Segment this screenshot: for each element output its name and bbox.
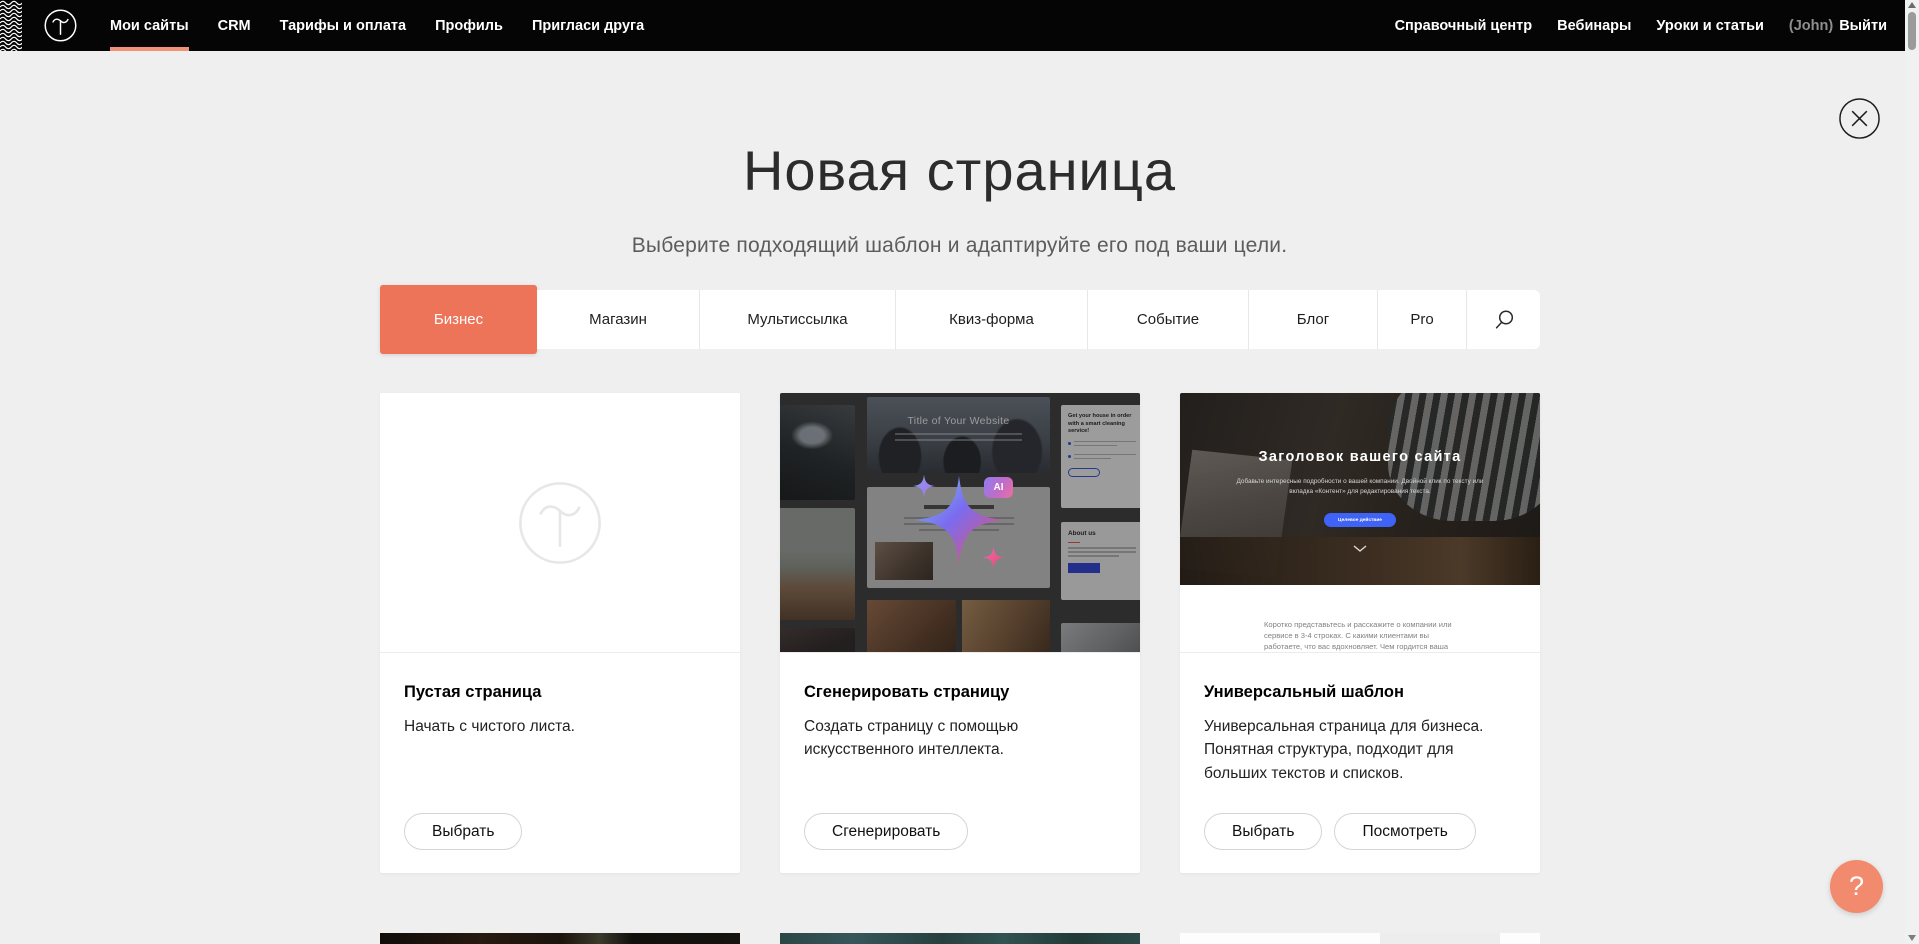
navbar-left-menu: Мои сайты CRM Тарифы и оплата Профиль Пр… [110, 0, 644, 51]
next-template-preview-light[interactable] [1180, 933, 1540, 944]
card-blank-page: Пустая страница Начать с чистого листа. … [380, 393, 740, 873]
view-button[interactable]: Посмотреть [1334, 813, 1475, 850]
next-template-preview-dark[interactable] [380, 933, 740, 944]
template-body-section: Коротко представьтесь и расскажите о ком… [1180, 585, 1540, 653]
scrollbar-up-arrow[interactable] [1908, 2, 1916, 8]
template-hero-subtitle: Добавьте интересные подробности о вашей … [1230, 477, 1490, 498]
user-logout-group: (John) Выйти [1789, 0, 1887, 51]
page-subtitle: Выберите подходящий шаблон и адаптируйте… [0, 234, 1919, 258]
chevron-down-icon [1353, 545, 1367, 552]
template-cta-button: Целевое действие [1324, 513, 1396, 527]
nav-item-my-sites[interactable]: Мои сайты [110, 0, 189, 51]
template-body-text: Коротко представьтесь и расскажите о ком… [1264, 619, 1460, 653]
scrollbar-thumb[interactable] [1908, 12, 1916, 50]
card-actions: Выбрать Посмотреть [1204, 813, 1476, 850]
search-tab[interactable] [1467, 290, 1540, 349]
card-body: Сгенерировать страницу Создать страницу … [780, 653, 1140, 872]
user-name-label: (John) [1789, 18, 1833, 34]
card-actions: Выбрать [404, 813, 522, 850]
page-scrollbar [1905, 0, 1919, 944]
card-description: Универсальная страница для бизнеса. Поня… [1204, 715, 1516, 785]
card-title: Пустая страница [404, 683, 716, 702]
template-hero-image: Заголовок вашего сайта Добавьте интересн… [1180, 393, 1540, 585]
close-icon[interactable] [1838, 97, 1881, 140]
ai-sparkle-small-top-icon [912, 474, 936, 498]
tab-blog[interactable]: Блог [1249, 290, 1378, 349]
top-navbar: Мои сайты CRM Тарифы и оплата Профиль Пр… [0, 0, 1919, 51]
blank-page-preview[interactable] [380, 393, 740, 653]
card-description: Создать страницу с помощью искусственног… [804, 715, 1074, 762]
generate-button[interactable]: Сгенерировать [804, 813, 968, 850]
card-ai-generate: Title of Your Website [780, 393, 1140, 873]
nav-item-tariffs[interactable]: Тарифы и оплата [280, 0, 406, 51]
zigzag-decoration [0, 0, 22, 51]
card-title: Универсальный шаблон [1204, 683, 1516, 702]
card-body: Пустая страница Начать с чистого листа. … [380, 653, 740, 872]
ai-sparkle-small-bottom-icon [982, 546, 1005, 569]
nav-item-invite-friend[interactable]: Пригласи друга [532, 0, 644, 51]
nav-item-lessons[interactable]: Уроки и статьи [1656, 0, 1763, 51]
nav-item-webinars[interactable]: Вебинары [1557, 0, 1631, 51]
new-page-modal: Мои сайты CRM Тарифы и оплата Профиль Пр… [0, 0, 1919, 944]
template-category-tabs: Бизнес Магазин Мультиссылка Квиз-форма С… [380, 290, 1540, 349]
template-cards-row: Пустая страница Начать с чистого листа. … [380, 393, 1540, 873]
choose-button[interactable]: Выбрать [1204, 813, 1322, 850]
tab-multilink[interactable]: Мультиссылка [700, 290, 896, 349]
template-preview[interactable]: Заголовок вашего сайта Добавьте интересн… [1180, 393, 1540, 653]
tab-quiz-form[interactable]: Квиз-форма [896, 290, 1088, 349]
template-hero-title: Заголовок вашего сайта [1180, 449, 1540, 465]
tilda-logo-icon[interactable] [42, 7, 79, 44]
choose-button[interactable]: Выбрать [404, 813, 522, 850]
nav-item-crm[interactable]: CRM [218, 0, 251, 51]
logout-link[interactable]: Выйти [1839, 0, 1887, 51]
tab-shop[interactable]: Магазин [537, 290, 700, 349]
tilda-watermark-icon [512, 475, 608, 571]
tab-event[interactable]: Событие [1088, 290, 1249, 349]
tab-pro[interactable]: Pro [1378, 290, 1467, 349]
card-title: Сгенерировать страницу [804, 683, 1116, 702]
search-icon [1493, 309, 1515, 331]
card-universal-template: Заголовок вашего сайта Добавьте интересн… [1180, 393, 1540, 873]
next-template-preview-teal[interactable] [780, 933, 1140, 944]
ai-preview[interactable]: Title of Your Website [780, 393, 1140, 653]
nav-item-profile[interactable]: Профиль [435, 0, 503, 51]
page-title: Новая страница [0, 138, 1919, 203]
card-description: Начать с чистого листа. [404, 715, 704, 738]
ai-badge: AI [984, 477, 1013, 498]
nav-item-help-center[interactable]: Справочный центр [1395, 0, 1533, 51]
help-button[interactable]: ? [1830, 860, 1883, 913]
navbar-right-menu: Справочный центр Вебинары Уроки и статьи… [1395, 0, 1887, 51]
template-cards-row-2 [380, 933, 1540, 944]
card-actions: Сгенерировать [804, 813, 968, 850]
card-body: Универсальный шаблон Универсальная стран… [1180, 653, 1540, 872]
tab-business[interactable]: Бизнес [380, 285, 537, 354]
scrollbar-down-arrow[interactable] [1908, 935, 1916, 941]
